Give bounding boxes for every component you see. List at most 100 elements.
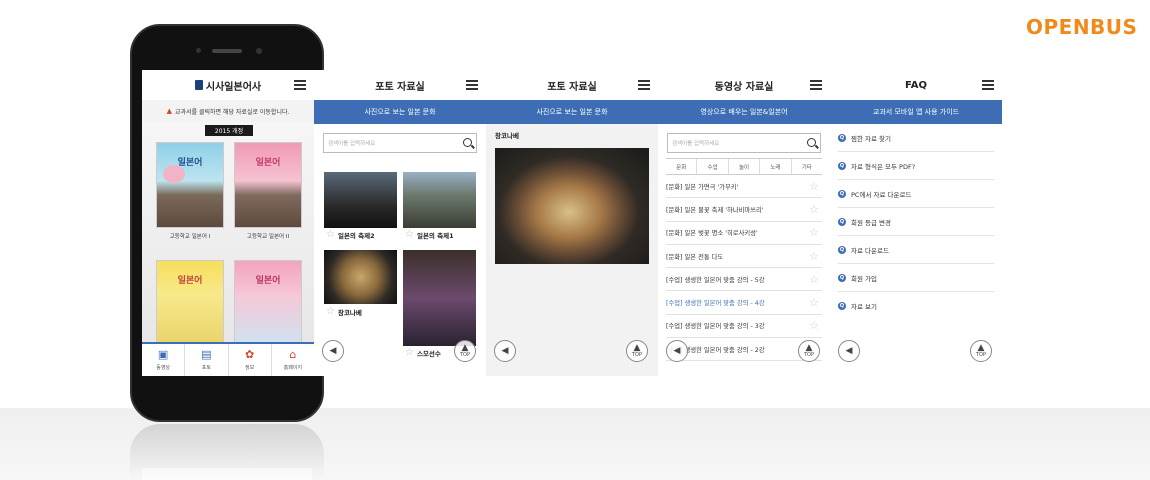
- home-icon: ⌂: [289, 348, 297, 361]
- page-title: 포토 자료실: [547, 81, 597, 93]
- list-item[interactable]: [문화] 일본 불꽃 축제 '하나비마쓰리' ☆: [666, 198, 822, 222]
- faq-item[interactable]: Q 회원 가입: [838, 264, 994, 292]
- book-cover-title: 일본어: [255, 276, 281, 286]
- star-icon[interactable]: ☆: [809, 274, 819, 285]
- tab-culture[interactable]: 문화: [666, 159, 698, 174]
- search-icon[interactable]: [807, 138, 816, 147]
- subtitle-bar: 사진으로 보는 일본 문화: [486, 100, 658, 124]
- star-icon[interactable]: ☆: [326, 307, 335, 317]
- photo-thumb-chankonabe[interactable]: [324, 250, 397, 304]
- faq-item[interactable]: Q 자료 다운로드: [838, 236, 994, 264]
- bottom-tab-bar: ▣ 동영상 ▤ 포토 ✿ 정보 ⌂ 홈페이지: [142, 342, 314, 376]
- book-cover-3[interactable]: 일본어: [156, 260, 224, 346]
- back-arrow-icon: ◀: [329, 345, 337, 356]
- top-label: TOP: [803, 352, 814, 358]
- header: 시사일본어사: [142, 70, 314, 100]
- tab-photo[interactable]: ▤ 포토: [185, 344, 229, 376]
- book-cover-title: 일본어: [177, 276, 203, 286]
- faq-item[interactable]: Q 회원 등급 변경: [838, 208, 994, 236]
- question-icon: Q: [838, 217, 846, 226]
- list-item[interactable]: [문화] 일본 전통 다도 ☆: [666, 245, 822, 269]
- top-button[interactable]: ▲ TOP: [798, 340, 820, 362]
- subtitle-bar: 사진으로 보는 일본 문화: [314, 100, 486, 124]
- back-button[interactable]: ◀: [666, 340, 688, 362]
- tab-class[interactable]: 수업: [697, 159, 729, 174]
- screen-video-list: 동영상 자료실 영상으로 배우는 일본&일본어 검색어를 입력하세요 문화 수업…: [658, 70, 830, 376]
- star-icon[interactable]: ☆: [809, 297, 819, 308]
- photo-thumb-sumo[interactable]: [403, 250, 476, 346]
- flower-icon: ✿: [245, 348, 255, 361]
- menu-icon[interactable]: [982, 80, 994, 90]
- back-button[interactable]: ◀: [494, 340, 516, 362]
- tab-song[interactable]: 노래: [760, 159, 792, 174]
- star-icon[interactable]: ☆: [809, 251, 819, 262]
- tab-label: 정보: [245, 365, 255, 371]
- photo-title: 창코나베: [495, 132, 519, 140]
- back-arrow-icon: ◀: [845, 345, 853, 356]
- tab-label: 포토: [201, 365, 211, 371]
- photo-thumb-festival1[interactable]: [403, 172, 476, 228]
- top-label: TOP: [975, 352, 986, 358]
- list-item[interactable]: [문화] 일본 벚꽃 명소 '히로사키성' ☆: [666, 222, 822, 245]
- photo-icon: ▤: [201, 348, 212, 361]
- photo-caption: ☆ 스모선수: [405, 347, 441, 359]
- back-button[interactable]: ◀: [838, 340, 860, 362]
- search-input[interactable]: 검색어를 입력하세요: [323, 133, 477, 153]
- question-icon: Q: [838, 273, 846, 282]
- video-icon: ▣: [157, 348, 169, 361]
- menu-icon[interactable]: [466, 80, 478, 90]
- phone-sensor: [196, 48, 201, 53]
- star-icon[interactable]: ☆: [809, 320, 819, 331]
- top-button[interactable]: ▲ TOP: [626, 340, 648, 362]
- cherry-blossom-illustration: [163, 165, 185, 183]
- back-arrow-icon: ◀: [673, 345, 681, 356]
- back-arrow-icon: ◀: [501, 345, 509, 356]
- tab-info[interactable]: ✿ 정보: [229, 344, 272, 376]
- top-button[interactable]: ▲ TOP: [454, 340, 476, 362]
- book-label: 고등학교 일본어 I: [169, 234, 211, 240]
- star-icon[interactable]: ☆: [405, 348, 414, 358]
- photo-caption: ☆ 일본의 축제2: [326, 229, 375, 241]
- book-cover-4[interactable]: 일본어: [234, 260, 302, 346]
- top-label: TOP: [459, 352, 470, 358]
- tab-etc[interactable]: 기타: [792, 159, 822, 174]
- photo-caption: ☆ 창코나베: [326, 306, 362, 318]
- star-icon[interactable]: ☆: [809, 227, 819, 238]
- search-input[interactable]: 검색어를 입력하세요: [667, 133, 821, 153]
- book-cover-1[interactable]: 일본어: [156, 142, 224, 228]
- screen-faq: FAQ 교과서 모바일 앱 사용 가이드 Q 찜한 자료 찾기 Q 자료 형식은 모…: [830, 70, 1002, 376]
- photo-thumb-festival2[interactable]: [324, 172, 397, 228]
- menu-icon[interactable]: [638, 80, 650, 90]
- list-item-active[interactable]: [수업] 생생한 일본어 맞춤 강의 - 4강 ☆: [666, 291, 822, 315]
- back-button[interactable]: ◀: [322, 340, 344, 362]
- question-icon: Q: [838, 189, 846, 198]
- faq-item[interactable]: Q 찜한 자료 찾기: [838, 124, 994, 152]
- page-title: 동영상 자료실: [714, 81, 774, 93]
- book-label: 고등학교 일본어 II: [246, 234, 290, 240]
- menu-icon[interactable]: [810, 80, 822, 90]
- question-icon: Q: [838, 302, 846, 310]
- faq-item[interactable]: Q 자료 형식은 모두 PDF?: [838, 152, 994, 180]
- list-item[interactable]: [문화] 일본 가면극 '가부키' ☆: [666, 175, 822, 199]
- faq-item[interactable]: Q PC에서 자료 다운로드: [838, 180, 994, 208]
- search-icon[interactable]: [463, 138, 472, 147]
- list-item[interactable]: [수업] 생생한 일본어 맞춤 강의 - 5강 ☆: [666, 268, 822, 292]
- list-item[interactable]: [수업] 생생한 일본어 맞춤 강의 - 3강 ☆: [666, 315, 822, 339]
- tab-play[interactable]: 놀이: [729, 159, 761, 174]
- star-icon[interactable]: ☆: [809, 204, 819, 215]
- star-icon[interactable]: ☆: [405, 230, 414, 240]
- menu-icon[interactable]: [294, 80, 306, 90]
- top-button[interactable]: ▲ TOP: [970, 340, 992, 362]
- photo-caption: ☆ 일본의 축제1: [405, 229, 454, 241]
- book-cover-2[interactable]: 일본어: [234, 142, 302, 228]
- tab-homepage[interactable]: ⌂ 홈페이지: [272, 344, 314, 376]
- app-logo-icon: [194, 80, 203, 90]
- tab-video[interactable]: ▣ 동영상: [142, 344, 186, 376]
- star-icon[interactable]: ☆: [326, 230, 335, 240]
- tab-label: 홈페이지: [283, 365, 303, 371]
- phone-camera: [256, 48, 262, 54]
- header: FAQ: [830, 70, 1002, 100]
- star-icon[interactable]: ☆: [809, 181, 819, 192]
- phone-speaker: [212, 49, 242, 53]
- faq-item[interactable]: Q 자료 보기: [838, 292, 994, 320]
